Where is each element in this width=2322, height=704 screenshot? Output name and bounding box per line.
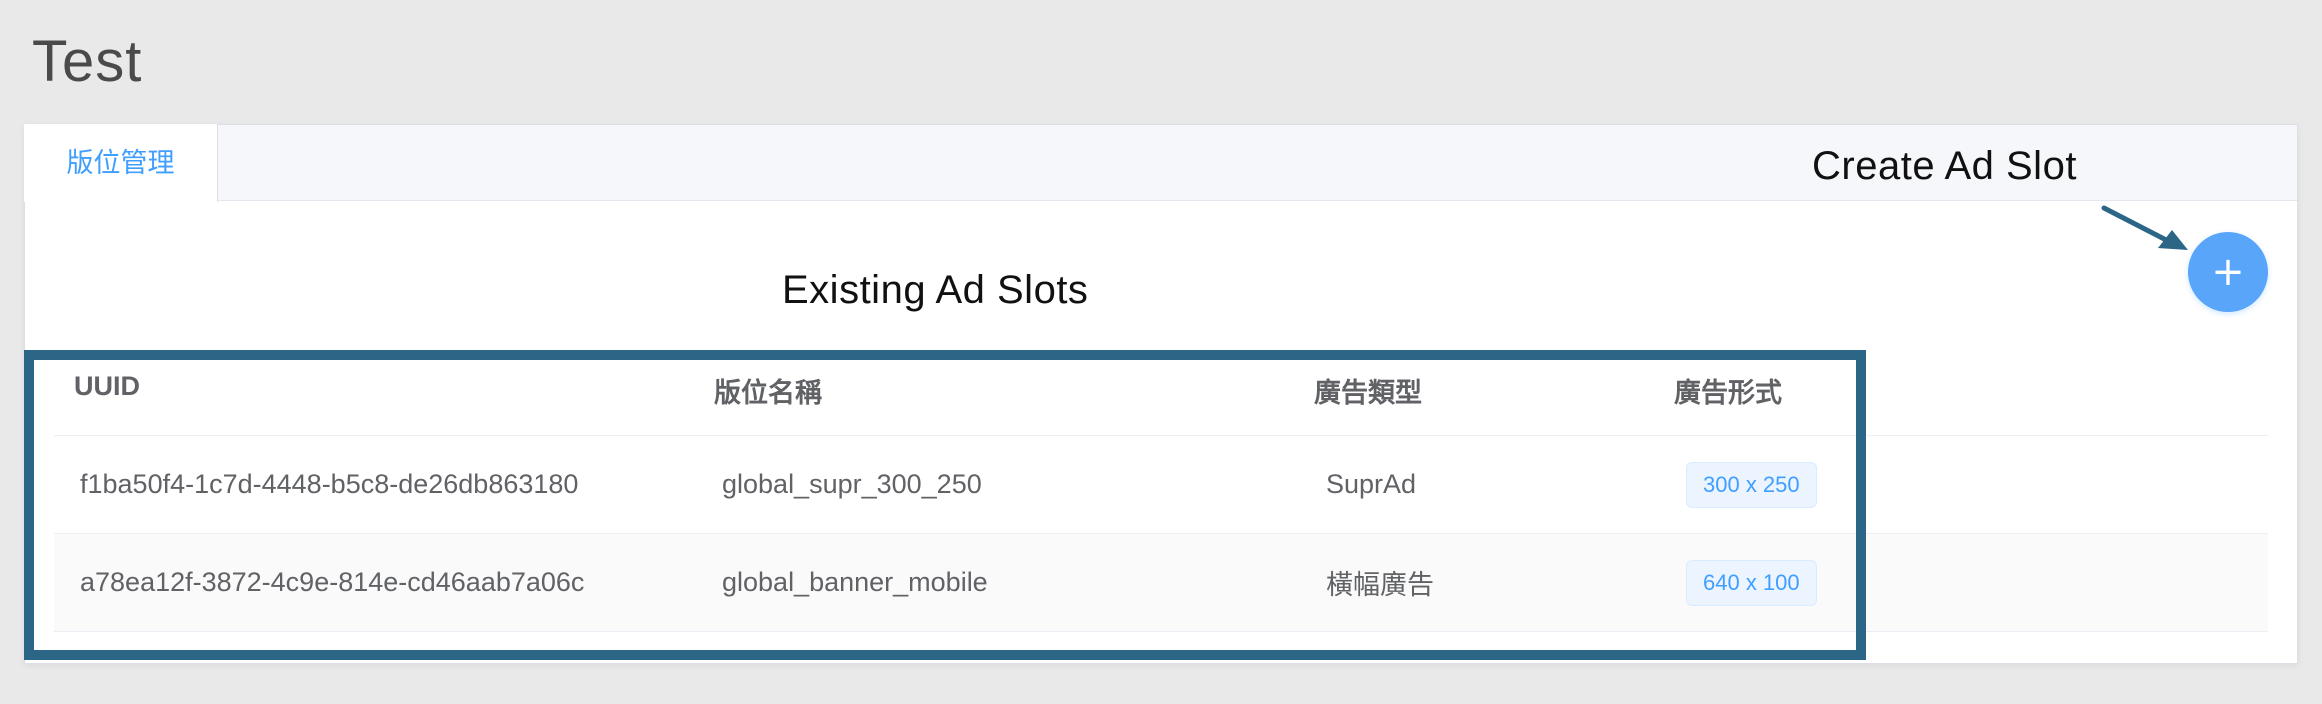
tab-slot-management[interactable]: 版位管理 xyxy=(24,124,218,202)
ad-slot-table: UUID 版位名稱 廣告類型 廣告形式 f1ba50f4-1c7d-4448-b… xyxy=(54,354,2268,632)
slot-name-cell: global_banner_mobile xyxy=(722,567,988,597)
existing-ad-slots-annotation: Existing Ad Slots xyxy=(782,268,1089,312)
ad-type-cell: 橫幅廣告 xyxy=(1326,570,1434,600)
table-header-row: UUID 版位名稱 廣告類型 廣告形式 xyxy=(54,354,2268,436)
page-title: Test xyxy=(32,29,143,94)
add-ad-slot-button[interactable]: + xyxy=(2188,232,2268,312)
table-row[interactable]: f1ba50f4-1c7d-4448-b5c8-de26db863180 glo… xyxy=(54,436,2268,534)
ad-format-tag: 300 x 250 xyxy=(1686,461,1817,508)
column-header-uuid[interactable]: UUID xyxy=(74,354,140,435)
plus-icon: + xyxy=(2211,249,2245,295)
column-header-ad-format[interactable]: 廣告形式 xyxy=(1674,354,1782,435)
annotation-arrow-icon xyxy=(2101,205,2188,250)
slot-name-cell: global_supr_300_250 xyxy=(722,469,982,499)
ad-type-cell: SuprAd xyxy=(1326,469,1417,499)
column-header-ad-type[interactable]: 廣告類型 xyxy=(1314,354,1422,435)
table-row[interactable]: a78ea12f-3872-4c9e-814e-cd46aab7a06c glo… xyxy=(54,534,2268,632)
ad-format-cell: 640 x 100 xyxy=(1686,534,1817,631)
column-header-slot-name[interactable]: 版位名稱 xyxy=(714,354,822,435)
ad-format-cell: 300 x 250 xyxy=(1686,436,1817,533)
uuid-cell: f1ba50f4-1c7d-4448-b5c8-de26db863180 xyxy=(80,469,579,499)
uuid-cell: a78ea12f-3872-4c9e-814e-cd46aab7a06c xyxy=(80,567,585,597)
ad-format-tag: 640 x 100 xyxy=(1686,559,1817,606)
create-ad-slot-annotation: Create Ad Slot xyxy=(1812,144,2077,188)
